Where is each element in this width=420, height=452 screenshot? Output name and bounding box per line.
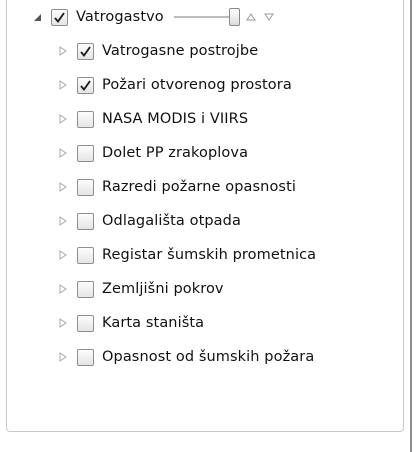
layer-tree-panel: Vatrogastvo Vatrogasne postrojbe Požari … (6, 0, 404, 432)
layer-group-label: Vatrogastvo (76, 9, 164, 25)
layer-row: Razredi požarne opasnosti (57, 173, 296, 201)
layer-label: Karta staništa (102, 315, 205, 331)
move-up-button[interactable] (244, 10, 258, 24)
triangle-down-outline-icon (263, 13, 274, 21)
checkmark-icon (54, 11, 65, 23)
layer-row: Opasnost od šumskih požara (57, 343, 314, 371)
checkmark-icon (80, 79, 91, 91)
layer-row: NASA MODIS i VIIRS (57, 105, 248, 133)
expand-layer-icon[interactable] (57, 79, 69, 91)
layer-label: Vatrogasne postrojbe (102, 43, 259, 59)
layer-checkbox[interactable] (77, 178, 94, 196)
layer-label: Dolet PP zrakoplova (102, 145, 249, 161)
layer-checkbox[interactable] (77, 76, 94, 94)
layer-row: Registar šumskih prometnica (57, 241, 316, 269)
layer-checkbox[interactable] (77, 212, 94, 230)
layer-checkbox[interactable] (77, 314, 94, 332)
expand-layer-icon[interactable] (57, 45, 69, 57)
layer-label: Registar šumskih prometnica (102, 247, 317, 263)
expand-layer-icon[interactable] (57, 249, 69, 261)
collapse-group-icon[interactable] (31, 11, 43, 23)
layer-row: Karta staništa (57, 309, 204, 337)
layer-checkbox[interactable] (77, 42, 94, 60)
layer-group-checkbox[interactable] (51, 8, 68, 26)
expand-layer-icon[interactable] (57, 147, 69, 159)
layer-label: Opasnost od šumskih požara (102, 349, 315, 365)
expand-layer-icon[interactable] (57, 283, 69, 295)
layer-label: Razredi požarne opasnosti (102, 179, 297, 195)
expand-layer-icon[interactable] (57, 215, 69, 227)
layer-checkbox[interactable] (77, 280, 94, 298)
layer-row: Odlagališta otpada (57, 207, 241, 235)
layer-row: Zemljišni pokrov (57, 275, 224, 303)
layer-label: Požari otvorenog prostora (102, 77, 292, 93)
layer-checkbox[interactable] (77, 110, 94, 128)
expand-layer-icon[interactable] (57, 181, 69, 193)
opacity-slider[interactable] (173, 3, 240, 31)
expand-layer-icon[interactable] (57, 113, 69, 125)
panel-divider (410, 0, 412, 452)
layer-label: Odlagališta otpada (102, 213, 241, 229)
opacity-slider-thumb[interactable] (228, 8, 240, 26)
expand-layer-icon[interactable] (57, 351, 69, 363)
checkmark-icon (80, 45, 91, 57)
expand-layer-icon[interactable] (57, 317, 69, 329)
layer-row: Dolet PP zrakoplova (57, 139, 248, 167)
layer-label: NASA MODIS i VIIRS (102, 111, 249, 127)
layer-label: Zemljišni pokrov (102, 281, 224, 297)
layer-row: Vatrogasne postrojbe (57, 37, 258, 65)
layer-row: Požari otvorenog prostora (57, 71, 292, 99)
triangle-up-outline-icon (245, 13, 256, 21)
layer-group-row: Vatrogastvo (31, 3, 276, 31)
move-down-button[interactable] (262, 10, 276, 24)
layer-checkbox[interactable] (77, 144, 94, 162)
layer-checkbox[interactable] (77, 246, 94, 264)
layer-checkbox[interactable] (77, 348, 94, 366)
